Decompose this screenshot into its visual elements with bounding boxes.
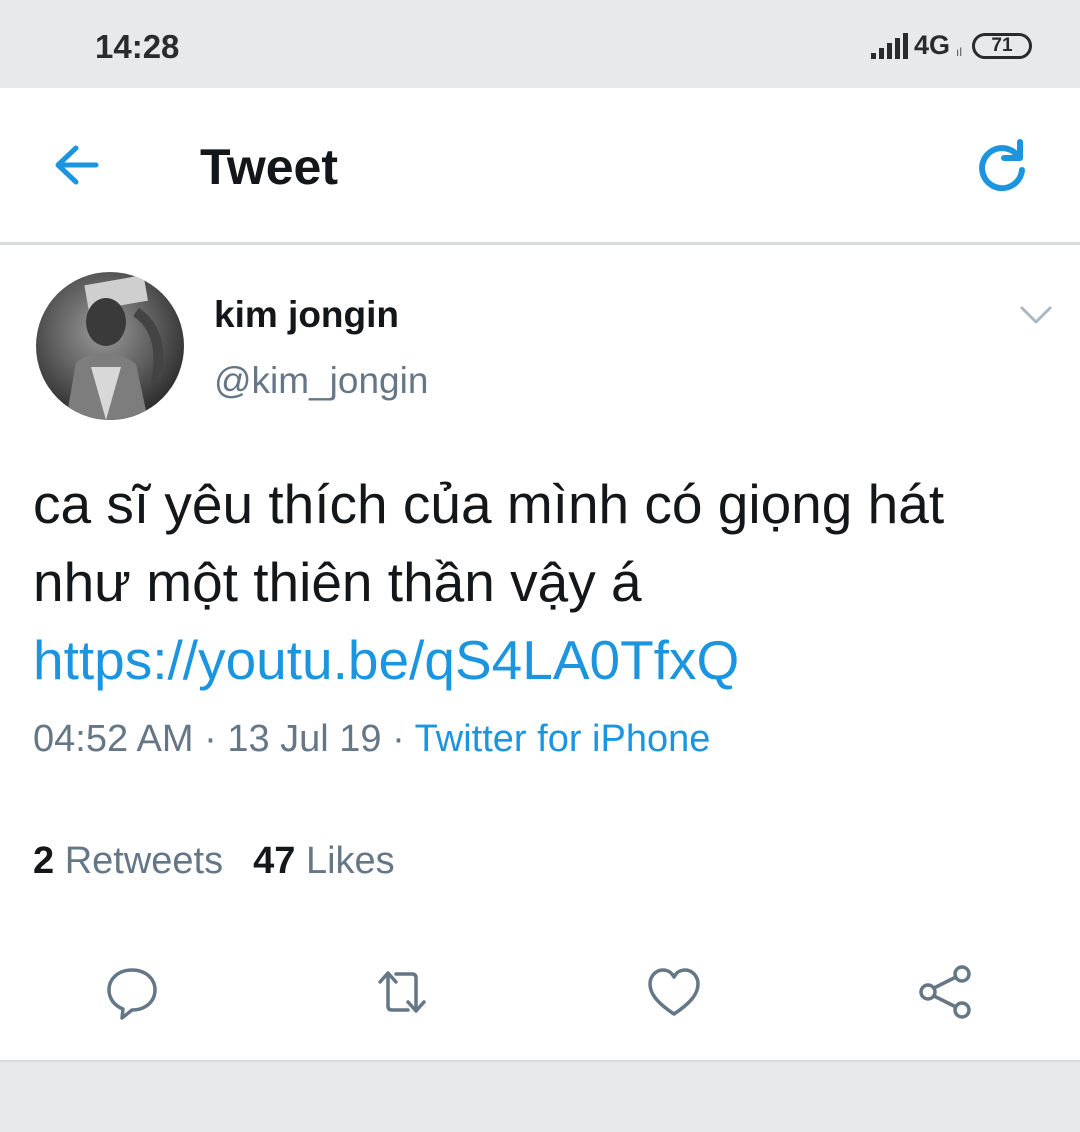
tweet-stats: 2 Retweets 47 Likes	[33, 840, 395, 883]
arrow-left-icon[interactable]	[46, 134, 108, 196]
retweet-icon[interactable]	[370, 960, 434, 1024]
retweet-count: 2	[33, 840, 55, 882]
chevron-down-icon[interactable]	[1016, 300, 1056, 330]
network-type: 4G	[913, 30, 950, 60]
tweet-text-line: ca sĩ yêu thích của mình có giọng hát	[33, 473, 945, 535]
battery-level: 71	[991, 35, 1013, 56]
status-indicators: 4G ıl 71	[870, 30, 1032, 61]
bottom-divider	[0, 1060, 1080, 1132]
share-icon[interactable]	[912, 960, 976, 1024]
retweets-stat[interactable]: 2 Retweets	[33, 840, 223, 882]
tweet-source[interactable]: Twitter for iPhone	[415, 718, 711, 760]
tweet-meta: 04:52 AM · 13 Jul 19 · Twitter for iPhon…	[33, 718, 710, 761]
refresh-icon[interactable]	[970, 134, 1034, 198]
tweet-time: 04:52 AM	[33, 718, 194, 760]
like-label: Likes	[305, 840, 395, 882]
retweet-label: Retweets	[64, 840, 224, 882]
avatar[interactable]	[36, 272, 184, 420]
battery-icon: 71	[972, 32, 1032, 59]
network-activity: ıl	[956, 44, 962, 59]
meta-separator: ·	[193, 718, 228, 760]
display-name[interactable]: kim jongin	[214, 294, 399, 336]
tweet-text: ca sĩ yêu thích của mình có giọng hát nh…	[33, 465, 1053, 699]
tweet-text-line: như một thiên thần vậy á	[33, 551, 642, 613]
like-count: 47	[253, 840, 296, 882]
page-title: Tweet	[200, 139, 338, 195]
likes-stat[interactable]: 47 Likes	[253, 840, 395, 882]
heart-icon[interactable]	[642, 960, 706, 1024]
meta-separator: ·	[381, 718, 415, 760]
tweet-date: 13 Jul 19	[227, 718, 382, 760]
signal-icon	[870, 32, 908, 59]
app-bar: Tweet	[0, 88, 1080, 245]
reply-icon[interactable]	[100, 960, 164, 1024]
user-handle[interactable]: @kim_jongin	[214, 360, 428, 402]
tweet-actions	[0, 960, 1080, 1024]
status-bar: 14:28 4G ıl 71	[0, 0, 1080, 88]
status-time: 14:28	[95, 28, 180, 65]
tweet-link[interactable]: https://youtu.be/qS4LA0TfxQ	[33, 621, 1053, 699]
